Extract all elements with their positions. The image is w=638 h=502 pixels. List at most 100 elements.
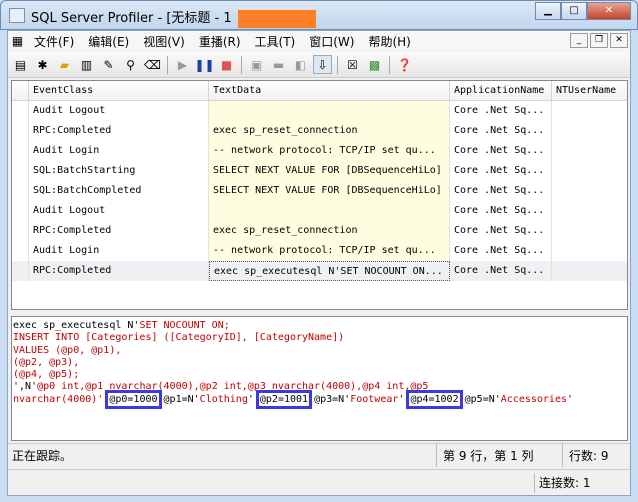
cell-ntusername (552, 101, 627, 121)
cell-textdata: -- network protocol: TCP/IP set qu... (209, 141, 450, 161)
cell-ntusername (552, 221, 627, 241)
mdi-restore-button[interactable]: ❐ (590, 33, 608, 48)
row-count: 行数: 9 (562, 444, 630, 467)
table-row[interactable]: Audit Login -- network protocol: TCP/IP … (12, 241, 627, 261)
cell-ntusername (552, 161, 627, 181)
replay-cursor-icon[interactable]: ▬ (269, 55, 288, 74)
table-row[interactable]: Audit Logout Core .Net Sq... (12, 101, 627, 121)
help-icon[interactable]: ❓ (395, 55, 414, 74)
status-bar: 正在跟踪。 第 9 行，第 1 列 行数: 9 (8, 443, 630, 467)
cell-applicationname: Core .Net Sq... (450, 121, 552, 141)
toolbar: ▤ ✱ ▰ ▥ ✎ ⚲ ⌫ ▶ ❚❚ ■ ▣ ▬ ◧ ⇩ ☒ ▩ ❓ (8, 52, 630, 78)
doc-icon[interactable]: ▦ (8, 32, 27, 51)
status-message: 正在跟踪。 (12, 449, 73, 463)
cell-ntusername (552, 241, 627, 261)
menu-view[interactable]: 视图(V) (136, 33, 192, 50)
cell-textdata (209, 101, 450, 121)
cell-applicationname: Core .Net Sq... (450, 141, 552, 161)
cell-textdata: exec sp_reset_connection (209, 221, 450, 241)
cell-applicationname: Core .Net Sq... (450, 261, 552, 281)
find-icon[interactable]: ⚲ (121, 55, 140, 74)
row-selector[interactable] (12, 121, 29, 141)
stop-icon[interactable]: ■ (217, 55, 236, 74)
cell-applicationname: Core .Net Sq... (450, 181, 552, 201)
cell-ntusername (552, 141, 627, 161)
tuning-advisor-icon[interactable]: ☒ (343, 55, 362, 74)
trace-grid[interactable]: EventClass TextData ApplicationName NTUs… (11, 80, 628, 310)
menu-tools[interactable]: 工具(T) (248, 33, 303, 50)
new-trace-icon[interactable]: ▤ (11, 55, 30, 74)
menu-edit[interactable]: 编辑(E) (81, 33, 136, 50)
redacted-block (237, 9, 316, 28)
open-table-icon[interactable]: ▥ (77, 55, 96, 74)
title-bar: SQL Server Profiler - [无标题 - 1 ▁ □ ✕ (0, 0, 638, 30)
new-file-icon[interactable]: ✱ (33, 55, 52, 74)
table-row[interactable]: SQL:BatchStarting SELECT NEXT VALUE FOR … (12, 161, 627, 181)
menu-window[interactable]: 窗口(W) (302, 33, 361, 50)
cell-eventclass: SQL:BatchStarting (29, 161, 209, 181)
mdi-minimize-button[interactable]: _ (570, 33, 588, 48)
highlight-p2: @p2=1001 (255, 389, 313, 409)
minimize-button[interactable]: ▁ (535, 2, 561, 20)
cell-eventclass: Audit Login (29, 241, 209, 261)
table-row[interactable]: RPC:Completed exec sp_executesql N'SET N… (12, 261, 627, 281)
cell-eventclass: Audit Logout (29, 201, 209, 221)
highlight-p4: @p4=1002 (406, 389, 463, 409)
table-row[interactable]: RPC:Completed exec sp_reset_connection C… (12, 221, 627, 241)
row-selector[interactable] (12, 101, 29, 121)
breakpoint-icon[interactable]: ◧ (291, 55, 310, 74)
cell-textdata (209, 201, 450, 221)
close-button[interactable]: ✕ (587, 2, 631, 20)
row-selector[interactable] (12, 181, 29, 201)
row-selector[interactable] (12, 201, 29, 221)
cell-ntusername (552, 121, 627, 141)
highlight-p0: @p0=1000 (105, 389, 162, 409)
cell-textdata: -- network protocol: TCP/IP set qu... (209, 241, 450, 261)
column-header-textdata[interactable]: TextData (209, 81, 450, 101)
autoscroll-icon[interactable]: ⇩ (313, 55, 332, 74)
cell-eventclass: SQL:BatchCompleted (29, 181, 209, 201)
table-row[interactable]: Audit Logout Core .Net Sq... (12, 201, 627, 221)
cell-textdata: SELECT NEXT VALUE FOR [DBSequenceHiLo] (209, 181, 450, 201)
cell-applicationname: Core .Net Sq... (450, 221, 552, 241)
cell-eventclass: RPC:Completed (29, 261, 209, 281)
cell-ntusername (552, 181, 627, 201)
connection-bar: 连接数: 1 (8, 469, 630, 495)
table-row[interactable]: SQL:BatchCompleted SELECT NEXT VALUE FOR… (12, 181, 627, 201)
cell-applicationname: Core .Net Sq... (450, 161, 552, 181)
open-folder-icon[interactable]: ▰ (55, 55, 74, 74)
textdata-pane[interactable]: exec sp_executesql N'SET NOCOUNT ON; INS… (11, 316, 628, 441)
perfmon-icon[interactable]: ▩ (365, 55, 384, 74)
column-header-ntusername[interactable]: NTUserName (552, 81, 627, 101)
menu-bar: ▦ 文件(F) 编辑(E) 视图(V) 重播(R) 工具(T) 窗口(W) 帮助… (8, 31, 630, 51)
cell-eventclass: Audit Logout (29, 101, 209, 121)
row-selector[interactable] (12, 261, 29, 281)
cell-ntusername (552, 201, 627, 221)
column-header-eventclass[interactable]: EventClass (29, 81, 209, 101)
play-icon[interactable]: ▶ (173, 55, 192, 74)
mdi-client: ▦ 文件(F) 编辑(E) 视图(V) 重播(R) 工具(T) 窗口(W) 帮助… (7, 30, 631, 496)
menu-replay[interactable]: 重播(R) (192, 33, 248, 50)
maximize-button[interactable]: □ (561, 2, 587, 20)
properties-icon[interactable]: ✎ (99, 55, 118, 74)
menu-help[interactable]: 帮助(H) (361, 33, 417, 50)
connection-count: 连接数: 1 (534, 473, 604, 493)
cell-applicationname: Core .Net Sq... (450, 241, 552, 261)
replay-step-icon[interactable]: ▣ (247, 55, 266, 74)
app-icon (9, 8, 25, 23)
eraser-icon[interactable]: ⌫ (143, 55, 162, 74)
row-selector[interactable] (12, 241, 29, 261)
cell-ntusername (552, 261, 627, 281)
menu-file[interactable]: 文件(F) (27, 33, 81, 50)
table-row[interactable]: Audit Login -- network protocol: TCP/IP … (12, 141, 627, 161)
grid-header: EventClass TextData ApplicationName NTUs… (12, 81, 627, 101)
column-header-applicationname[interactable]: ApplicationName (450, 81, 552, 101)
window-title: SQL Server Profiler - [无标题 - 1 (31, 7, 316, 28)
pause-icon[interactable]: ❚❚ (194, 55, 214, 74)
table-row[interactable]: RPC:Completed exec sp_reset_connection C… (12, 121, 627, 141)
cursor-position: 第 9 行，第 1 列 (436, 444, 562, 467)
row-selector[interactable] (12, 141, 29, 161)
mdi-close-button[interactable]: ✕ (610, 33, 628, 48)
row-selector[interactable] (12, 221, 29, 241)
row-selector[interactable] (12, 161, 29, 181)
